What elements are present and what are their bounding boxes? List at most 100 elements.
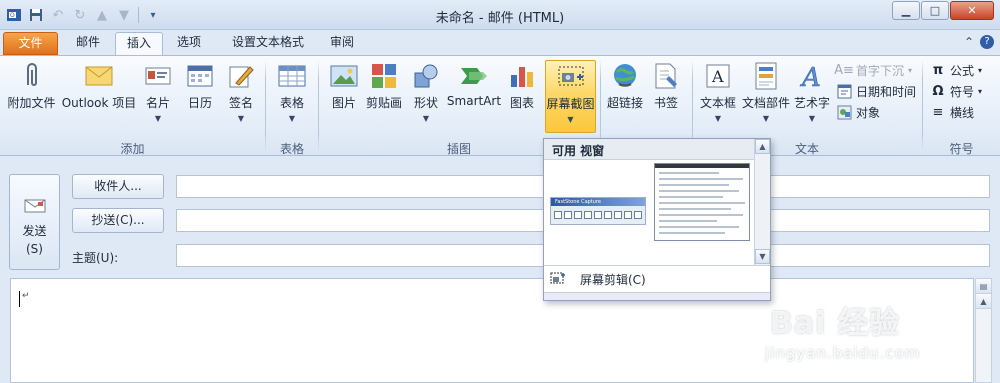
shapes-icon bbox=[409, 60, 443, 92]
tab-format-text[interactable]: 设置文本格式 bbox=[218, 32, 318, 55]
textbox-label: 文本框 bbox=[699, 96, 736, 110]
outlook-item-button[interactable]: Outlook 项目 bbox=[60, 60, 138, 130]
attach-file-button[interactable]: 附加文件 bbox=[4, 60, 59, 130]
chevron-down-icon: ▼ bbox=[762, 114, 770, 123]
datetime-label: 日期和时间 bbox=[856, 84, 917, 99]
envelope-icon bbox=[82, 60, 116, 92]
smartart-button[interactable]: SmartArt bbox=[446, 60, 502, 130]
maximize-button[interactable]: □ bbox=[921, 1, 949, 20]
tab-review[interactable]: 审阅 bbox=[320, 32, 364, 55]
chevron-down-icon: ▼ bbox=[154, 114, 162, 123]
screen-clipping-item[interactable]: 屏幕剪辑(C) bbox=[544, 265, 770, 292]
chevron-down-icon: ▼ bbox=[714, 114, 722, 123]
symbol-button[interactable]: Ω 符号 ▾ bbox=[930, 81, 982, 101]
business-card-icon bbox=[141, 60, 175, 92]
shapes-label: 形状 bbox=[413, 96, 438, 110]
thumbnail-toolbar bbox=[551, 206, 645, 224]
thumbnail-title: FastStone Capture bbox=[551, 198, 645, 206]
screenshot-icon bbox=[554, 61, 588, 93]
wordart-button[interactable]: A 艺术字 ▼ bbox=[792, 60, 832, 130]
chevron-down-icon: ▾ bbox=[908, 65, 913, 75]
shapes-button[interactable]: 形状 ▼ bbox=[408, 60, 444, 130]
horizontal-line-button[interactable]: ≡ 横线 bbox=[930, 102, 974, 122]
tab-insert[interactable]: 插入 bbox=[115, 32, 163, 55]
chevron-down-icon: ▼ bbox=[288, 114, 296, 123]
bookmark-label: 书签 bbox=[653, 96, 678, 110]
datetime-button[interactable]: 日期和时间 bbox=[836, 81, 916, 101]
object-button[interactable]: 对象 bbox=[836, 102, 880, 122]
tab-file[interactable]: 文件 bbox=[3, 32, 58, 55]
tab-mail[interactable]: 邮件 bbox=[63, 32, 113, 55]
dropcap-button[interactable]: A≡ 首字下沉 ▾ bbox=[834, 60, 913, 80]
screenshot-button[interactable]: 屏幕截图 ▼ bbox=[545, 60, 596, 133]
table-icon bbox=[275, 60, 309, 92]
signature-label: 签名 bbox=[228, 96, 253, 110]
paperclip-icon bbox=[15, 60, 49, 92]
clipart-button[interactable]: 剪贴画 bbox=[362, 60, 406, 130]
window-controls: ▁ □ ✕ bbox=[891, 1, 994, 20]
dropcap-label: 首字下沉 bbox=[856, 63, 905, 78]
wordart-icon: A bbox=[795, 60, 829, 92]
chart-button[interactable]: 图表 bbox=[504, 60, 540, 130]
chevron-down-icon: ▼ bbox=[237, 114, 245, 123]
chevron-down-icon: ▾ bbox=[978, 65, 983, 75]
baidu-watermark: Bai 经验 bbox=[770, 306, 900, 341]
textbox-button[interactable]: A 文本框 ▼ bbox=[697, 60, 739, 130]
scroll-up-icon[interactable]: ▲ bbox=[755, 139, 770, 154]
group-label-add: 添加 bbox=[120, 142, 145, 156]
picture-icon bbox=[327, 60, 361, 92]
close-button[interactable]: ✕ bbox=[950, 1, 994, 20]
to-button[interactable]: 收件人... bbox=[72, 174, 164, 199]
hyperlink-button[interactable]: 超链接 bbox=[604, 60, 646, 130]
horizontal-line-icon: ≡ bbox=[932, 104, 944, 120]
resize-grip[interactable] bbox=[544, 292, 770, 300]
equation-button[interactable]: π 公式 ▾ bbox=[930, 60, 982, 80]
hyperlink-label: 超链接 bbox=[606, 96, 643, 110]
hyperlink-icon bbox=[608, 60, 642, 92]
window-title: 未命名 - 邮件 (HTML) bbox=[435, 11, 565, 26]
pi-icon: π bbox=[932, 62, 944, 78]
group-label-table: 表格 bbox=[279, 142, 304, 156]
window-thumbnail[interactable] bbox=[654, 163, 750, 241]
chevron-down-icon: ▼ bbox=[567, 115, 574, 124]
thumbnail-titlebar bbox=[655, 164, 749, 168]
picture-button[interactable]: 图片 bbox=[326, 60, 362, 130]
send-button[interactable]: 发送 (S) bbox=[9, 174, 60, 270]
ruler-toggle-icon[interactable]: ▤ bbox=[976, 279, 991, 294]
table-label: 表格 bbox=[279, 96, 304, 110]
ribbon-controls: ⌃ ? bbox=[964, 35, 994, 49]
screenshot-gallery: 可用 视窗 ▲ ▼ FastStone Capture 屏幕剪辑(C) bbox=[543, 138, 771, 301]
subject-label: 主题(U): bbox=[72, 251, 119, 265]
scroll-up-icon[interactable]: ▲ bbox=[976, 294, 991, 309]
svg-text:A: A bbox=[800, 63, 821, 90]
signature-icon bbox=[224, 60, 258, 92]
clipart-icon bbox=[367, 60, 401, 92]
minimize-button[interactable]: ▁ bbox=[892, 1, 920, 20]
chevron-down-icon: ▾ bbox=[978, 86, 983, 96]
body-scrollbar[interactable]: ▤ ▲ bbox=[975, 278, 992, 383]
business-card-button[interactable]: 名片 ▼ bbox=[140, 60, 176, 130]
cc-button[interactable]: 抄送(C)... bbox=[72, 208, 164, 233]
textbox-icon: A bbox=[701, 60, 735, 92]
send-label: 发送 bbox=[22, 224, 47, 238]
object-icon bbox=[836, 104, 852, 120]
minimize-ribbon-icon[interactable]: ⌃ bbox=[964, 35, 974, 49]
smartart-label: SmartArt bbox=[446, 94, 502, 108]
scroll-down-icon[interactable]: ▼ bbox=[755, 249, 770, 264]
help-icon[interactable]: ? bbox=[980, 35, 994, 49]
tab-options[interactable]: 选项 bbox=[164, 32, 214, 55]
smartart-icon bbox=[457, 60, 491, 92]
signature-button[interactable]: 签名 ▼ bbox=[222, 60, 260, 130]
group-separator bbox=[265, 60, 266, 152]
omega-icon: Ω bbox=[932, 83, 944, 99]
calendar-button[interactable]: 日历 bbox=[180, 60, 220, 130]
window-thumbnail[interactable]: FastStone Capture bbox=[550, 197, 646, 225]
group-label-symbols: 符号 bbox=[949, 142, 974, 156]
send-envelope-icon bbox=[24, 199, 46, 216]
ribbon: 附加文件 Outlook 项目 名片 ▼ 日历 签名 ▼ 添加 表格 ▼ 表格 bbox=[0, 55, 1000, 156]
gallery-scrollbar[interactable]: ▲ ▼ bbox=[754, 139, 770, 265]
table-button[interactable]: 表格 ▼ bbox=[272, 60, 312, 130]
bookmark-button[interactable]: 书签 bbox=[648, 60, 684, 130]
chevron-down-icon: ▼ bbox=[422, 114, 430, 123]
quickparts-button[interactable]: 文档部件 ▼ bbox=[741, 60, 791, 130]
